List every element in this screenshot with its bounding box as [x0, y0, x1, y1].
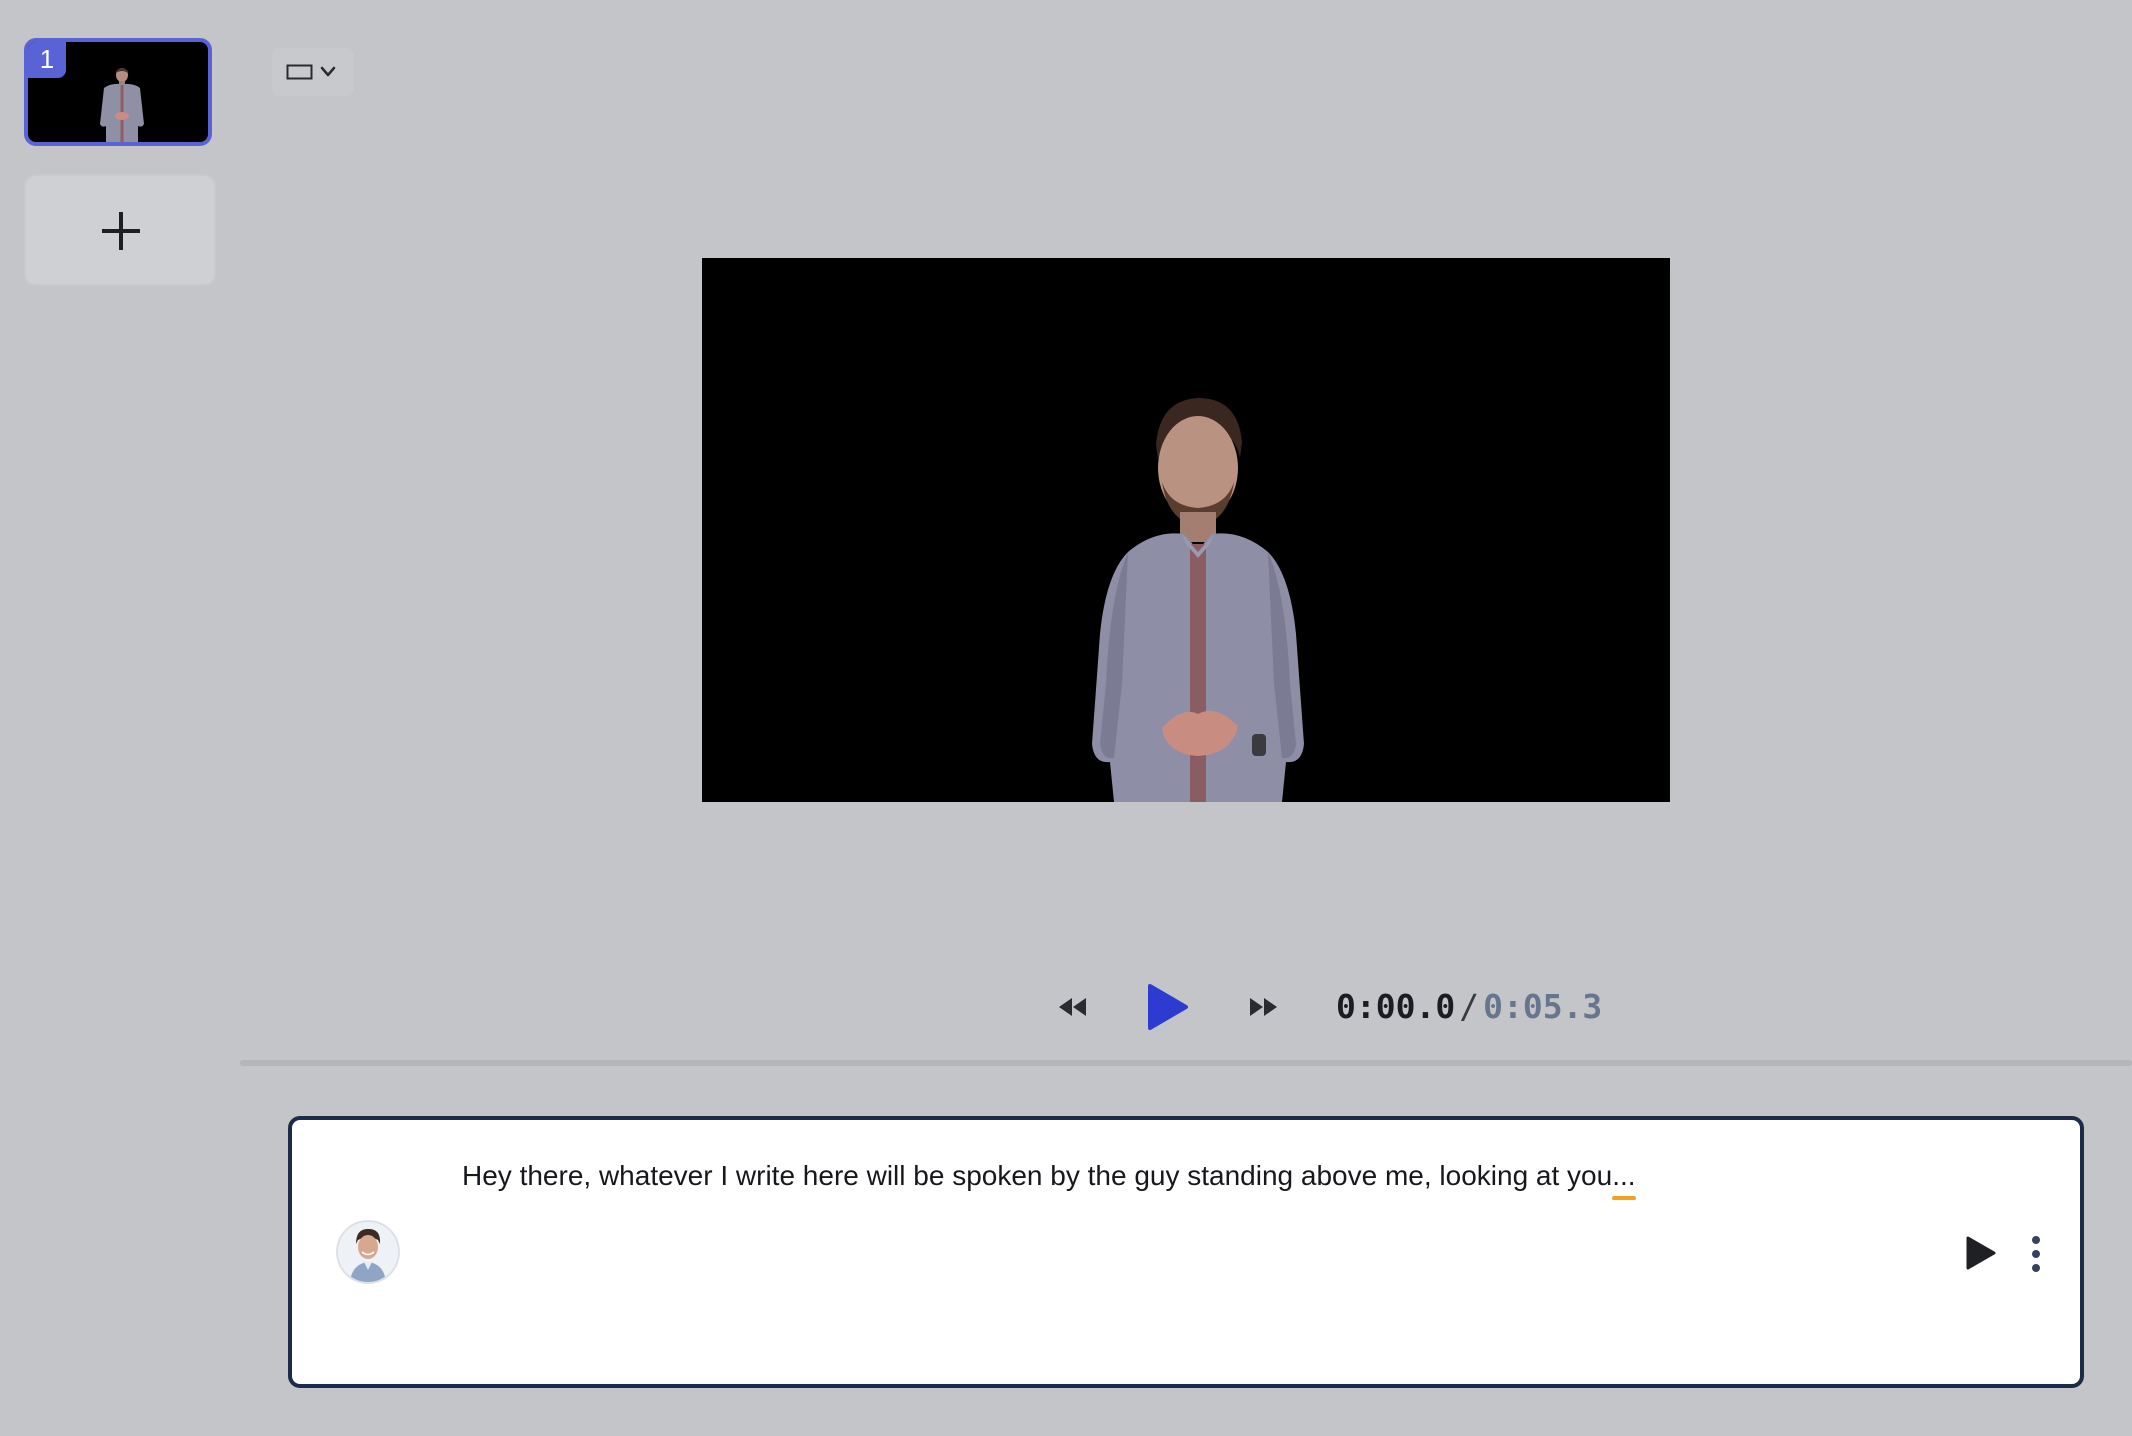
play-button[interactable]	[1146, 982, 1190, 1032]
total-time: 0:05.3	[1483, 987, 1602, 1026]
scene-number-badge: 1	[28, 42, 66, 78]
fast-forward-icon[interactable]	[1246, 990, 1280, 1024]
landscape-rectangle-icon	[288, 66, 312, 79]
plus-icon	[100, 210, 142, 252]
avatar[interactable]	[336, 1220, 400, 1284]
avatar-photo	[338, 1222, 398, 1282]
scene-thumbnail-1[interactable]: 1	[24, 38, 212, 146]
add-scene-button[interactable]	[24, 174, 216, 286]
rewind-icon[interactable]	[1056, 990, 1090, 1024]
script-text-input[interactable]: Hey there, whatever I write here will be…	[462, 1156, 1902, 1196]
script-ellipsis: ...	[1612, 1156, 1635, 1196]
script-text: Hey there, whatever I write here will be…	[462, 1160, 1612, 1191]
timecode: 0:00.0/0:05.3	[1336, 986, 1602, 1028]
vertical-dots-icon[interactable]	[2026, 1234, 2046, 1274]
video-preview[interactable]	[702, 258, 1670, 802]
script-card[interactable]: Hey there, whatever I write here will be…	[288, 1116, 2084, 1388]
aspect-ratio-dropdown[interactable]	[272, 48, 354, 96]
presenter-avatar	[1048, 384, 1348, 802]
timeline-divider[interactable]	[240, 1060, 2132, 1066]
current-time: 0:00.0	[1336, 987, 1455, 1026]
presenter-thumbnail	[92, 64, 152, 142]
script-play-button[interactable]	[1962, 1234, 1998, 1272]
time-separator: /	[1455, 987, 1483, 1026]
chevron-down-icon	[322, 68, 334, 75]
video-editor: 1	[0, 0, 2132, 1436]
